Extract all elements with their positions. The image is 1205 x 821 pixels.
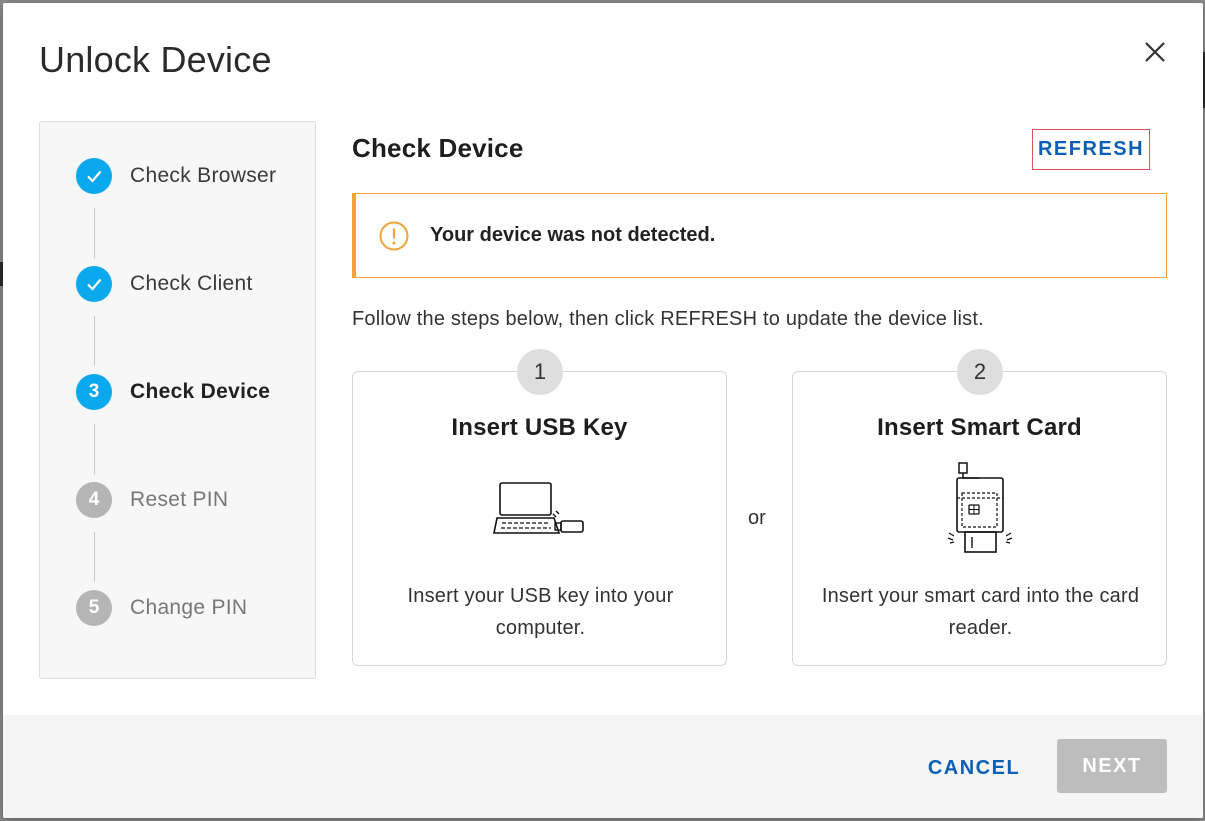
step-label: Change PIN <box>130 596 248 619</box>
smart-card-option-card: 2 Insert Smart Card Insert your smart ca… <box>792 349 1167 666</box>
step-check-client: Check Client <box>76 266 253 302</box>
step-check-browser: Check Browser <box>76 158 276 194</box>
steps-sidebar: Check Browser Check Client 3 Check Devic… <box>39 121 316 679</box>
step-complete-badge <box>76 266 112 302</box>
checkmark-icon <box>87 170 102 183</box>
instructions-text: Follow the steps below, then click REFRE… <box>352 308 984 330</box>
step-label: Check Browser <box>130 164 277 187</box>
dialog-title: Unlock Device <box>39 39 272 80</box>
laptop-usb-icon <box>493 482 584 534</box>
option-title: Insert USB Key <box>451 414 628 441</box>
refresh-button[interactable]: REFRESH <box>1032 129 1150 170</box>
step-connector <box>94 208 95 258</box>
step-connector <box>94 316 95 366</box>
usb-key-option-card: 1 Insert USB Key Insert your USB key int… <box>352 349 727 666</box>
step-number-badge: 4 <box>76 482 112 518</box>
next-button[interactable]: NEXT <box>1057 739 1167 793</box>
step-connector <box>94 424 95 474</box>
checkmark-icon <box>87 278 102 291</box>
step-number-badge: 5 <box>76 590 112 626</box>
step-check-device: 3 Check Device <box>76 374 270 410</box>
option-number-badge: 1 <box>517 349 563 395</box>
step-complete-badge <box>76 158 112 194</box>
close-icon <box>1145 42 1165 62</box>
unlock-device-dialog: Unlock Device Check Browser Check Client… <box>3 3 1203 818</box>
or-separator: or <box>748 507 766 529</box>
close-button[interactable] <box>1140 37 1170 67</box>
option-title: Insert Smart Card <box>877 414 1082 441</box>
step-connector <box>94 532 95 582</box>
option-description: Insert your USB key into your computer. <box>407 585 674 639</box>
step-number-badge: 3 <box>76 374 112 410</box>
warning-icon <box>379 221 409 250</box>
section-title: Check Device <box>352 133 524 163</box>
smart-card-reader-icon <box>947 462 1013 553</box>
option-number-badge: 2 <box>957 349 1003 395</box>
step-label: Check Client <box>130 272 253 295</box>
step-label: Reset PIN <box>130 488 229 511</box>
step-label: Check Device <box>130 380 271 403</box>
option-description: Insert your smart card into the card rea… <box>821 585 1140 639</box>
step-change-pin: 5 Change PIN <box>76 590 247 626</box>
alert-message: Your device was not detected. <box>430 224 716 246</box>
cancel-button[interactable]: CANCEL <box>911 741 1037 795</box>
warning-alert: Your device was not detected. <box>352 193 1167 278</box>
step-reset-pin: 4 Reset PIN <box>76 482 228 518</box>
